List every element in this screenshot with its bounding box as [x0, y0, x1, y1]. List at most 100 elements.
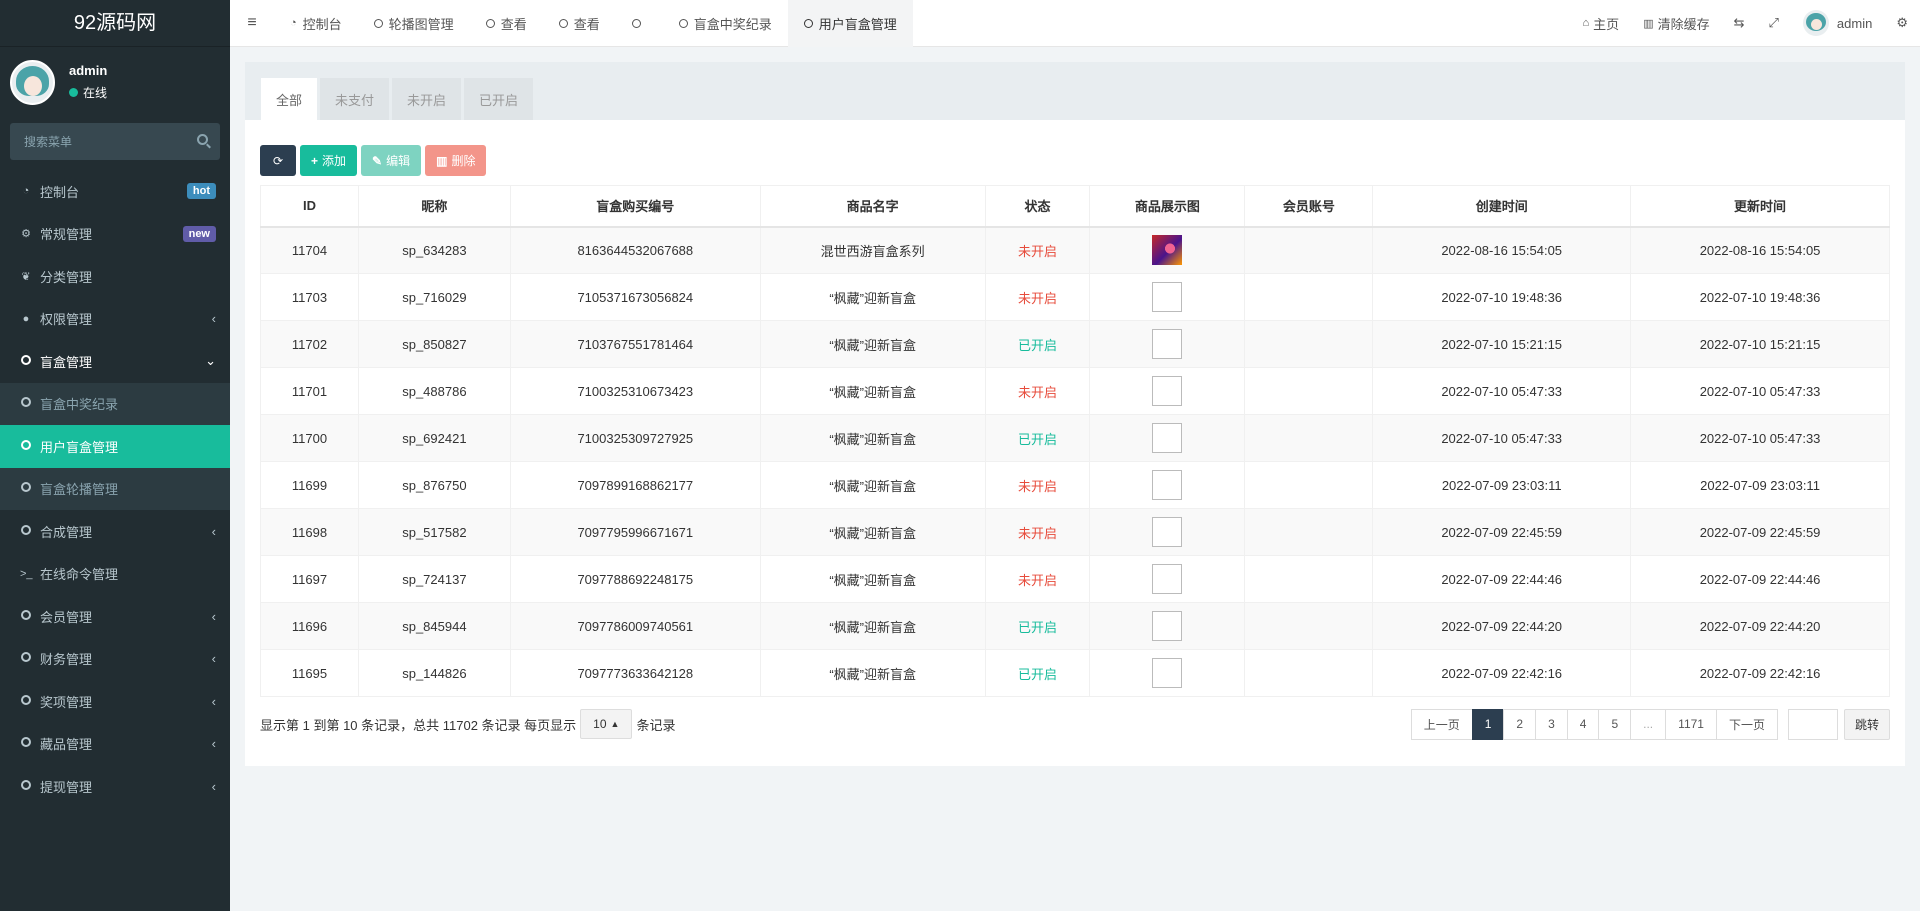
sidebar-item-prize[interactable]: 奖项管理 ‹	[0, 680, 230, 723]
tab-blindbox-winning[interactable]: 盲盒中奖纪录	[663, 0, 788, 47]
cell-member-account	[1244, 367, 1374, 415]
prev-page-button[interactable]: 上一页	[1410, 708, 1473, 740]
jump-page-input[interactable]	[1787, 708, 1838, 740]
product-image[interactable]	[1152, 235, 1183, 266]
circle-icon	[20, 354, 32, 368]
tab-opened[interactable]: 已开启	[464, 78, 534, 120]
page-button-2[interactable]: 2	[1503, 708, 1537, 740]
sidebar-item-command[interactable]: >_ 在线命令管理	[0, 553, 230, 596]
clear-cache-link[interactable]: ▥ 清除缓存	[1631, 0, 1721, 47]
sidebar-item-category[interactable]: ❦ 分类管理	[0, 255, 230, 298]
broken-image-icon[interactable]	[1152, 470, 1183, 500]
sidebar-item-blindbox[interactable]: 盲盒管理 ⌄	[0, 340, 230, 383]
cell-member-account	[1244, 555, 1374, 603]
delete-button[interactable]: ▥ 删除	[425, 145, 487, 176]
cell-product-name: “枫藏”迎新盲盒	[759, 414, 986, 462]
sidebar-item-blindbox-carousel[interactable]: 盲盒轮播管理	[0, 467, 230, 510]
jump-button[interactable]: 跳转	[1843, 708, 1890, 740]
circle-icon	[20, 524, 32, 538]
cell-id: 11697	[260, 555, 359, 603]
sidebar-item-auth[interactable]: ● 权限管理 ‹	[0, 298, 230, 341]
broken-image-icon[interactable]	[1152, 423, 1183, 453]
refresh-button[interactable]: ⟳	[260, 145, 296, 176]
pagination: 上一页 1 2 3 4 5 ... 1171 下一页 跳转	[1410, 708, 1890, 740]
group-icon: ●	[22, 312, 30, 325]
table-row[interactable]: 11697 sp_724137 7097788692248175 “枫藏”迎新盲盒 未开…	[260, 555, 1890, 603]
table-row[interactable]: 11701 sp_488786 7100325310673423 “枫藏”迎新盲盒 未开…	[260, 367, 1890, 415]
page-button-5[interactable]: 5	[1598, 708, 1632, 740]
sidebar-item-synthesis[interactable]: 合成管理 ‹	[0, 510, 230, 553]
page-button-last[interactable]: 1171	[1665, 708, 1717, 740]
fullscreen-button[interactable]: ⤢	[1757, 0, 1791, 47]
sidebar-item-general[interactable]: ⚙ 常规管理 new	[0, 213, 230, 256]
cell-created-at: 2022-07-10 19:48:36	[1372, 273, 1632, 321]
broken-image-icon[interactable]	[1152, 658, 1183, 688]
status-tabs: 全部 未支付 未开启 已开启	[245, 62, 1905, 120]
search-icon[interactable]	[197, 134, 208, 145]
table-row[interactable]: 11695 sp_144826 7097773633642128 “枫藏”迎新盲盒 已开…	[260, 649, 1890, 697]
col-header-order-no[interactable]: 盲盒购买编号	[509, 185, 761, 228]
tab-view-1[interactable]: 查看	[470, 0, 543, 47]
tab-untitled[interactable]	[616, 0, 663, 47]
col-header-product-image[interactable]: 商品展示图	[1089, 185, 1246, 228]
edit-button[interactable]: ✎ 编辑	[361, 145, 422, 176]
app-logo[interactable]: 92源码网	[0, 0, 230, 47]
chevron-left-icon: ‹	[211, 523, 216, 539]
table-row[interactable]: 11703 sp_716029 7105371673056824 “枫藏”迎新盲盒 未开…	[260, 273, 1890, 321]
sidebar-item-blindbox-winning[interactable]: 盲盒中奖纪录	[0, 382, 230, 425]
page-button-1[interactable]: 1	[1471, 708, 1505, 740]
sidebar-item-member[interactable]: 会员管理 ‹	[0, 595, 230, 638]
cell-updated-at: 2022-07-09 22:45:59	[1630, 508, 1890, 556]
sidebar-item-dashboard[interactable]: ◔ 控制台 hot	[0, 170, 230, 213]
broken-image-icon[interactable]	[1152, 282, 1183, 312]
col-header-updated-at[interactable]: 更新时间	[1630, 185, 1890, 228]
tab-all[interactable]: 全部	[261, 78, 318, 120]
refresh-icon: ⟳	[272, 153, 284, 168]
sidebar-item-finance[interactable]: 财务管理 ‹	[0, 638, 230, 681]
col-header-id[interactable]: ID	[260, 185, 359, 228]
page-button-4[interactable]: 4	[1566, 708, 1600, 740]
table-row[interactable]: 11700 sp_692421 7100325309727925 “枫藏”迎新盲盒 已开…	[260, 414, 1890, 462]
tab-carousel[interactable]: 轮播图管理	[358, 0, 470, 47]
col-header-product-name[interactable]: 商品名字	[759, 185, 986, 228]
sidebar-item-withdraw[interactable]: 提现管理 ‹	[0, 765, 230, 808]
tab-unopened[interactable]: 未开启	[392, 78, 462, 120]
table-row[interactable]: 11696 sp_845944 7097786009740561 “枫藏”迎新盲盒 已开…	[260, 602, 1890, 650]
table-row[interactable]: 11699 sp_876750 7097899168862177 “枫藏”迎新盲盒 未开…	[260, 461, 1890, 509]
add-button[interactable]: + 添加	[300, 145, 358, 176]
table-row[interactable]: 11698 sp_517582 7097795996671671 “枫藏”迎新盲盒 未开…	[260, 508, 1890, 556]
settings-button[interactable]: ⚙	[1884, 0, 1920, 47]
page-size-dropdown[interactable]: 10 ▲	[580, 709, 633, 739]
cell-nickname: sp_850827	[357, 320, 511, 368]
col-header-nickname[interactable]: 昵称	[357, 185, 511, 228]
tab-dashboard[interactable]: ◔ 控制台	[274, 0, 358, 47]
col-header-created-at[interactable]: 创建时间	[1372, 185, 1632, 228]
cell-product-name: “枫藏”迎新盲盒	[759, 649, 986, 697]
menu-toggle-icon[interactable]: ≡	[230, 0, 274, 47]
user-menu[interactable]: admin	[1791, 0, 1884, 47]
broken-image-icon[interactable]	[1152, 376, 1183, 406]
sidebar-item-collection[interactable]: 藏品管理 ‹	[0, 723, 230, 766]
sidebar-item-user-blindbox[interactable]: 用户盲盒管理	[0, 425, 230, 468]
home-link[interactable]: ⌂ 主页	[1571, 0, 1632, 47]
col-header-member-account[interactable]: 会员账号	[1244, 185, 1374, 228]
menu-search-input[interactable]	[10, 123, 220, 160]
cell-status: 已开启	[984, 320, 1091, 368]
tab-view-2[interactable]: 查看	[543, 0, 616, 47]
cell-nickname: sp_845944	[357, 602, 511, 650]
translate-icon: ⇆	[1733, 15, 1745, 30]
table-row[interactable]: 11704 sp_634283 8163644532067688 混世西游盲盒系列 未开…	[260, 226, 1890, 274]
table-row[interactable]: 11702 sp_850827 7103767551781464 “枫藏”迎新盲盒 已开…	[260, 320, 1890, 368]
broken-image-icon[interactable]	[1152, 564, 1183, 594]
page-button-3[interactable]: 3	[1535, 708, 1568, 740]
broken-image-icon[interactable]	[1152, 517, 1183, 547]
language-button[interactable]: ⇆	[1722, 0, 1757, 47]
broken-image-icon[interactable]	[1152, 611, 1183, 641]
tab-unpaid[interactable]: 未支付	[320, 78, 390, 120]
broken-image-icon[interactable]	[1152, 329, 1183, 359]
circle-icon	[20, 609, 32, 623]
next-page-button[interactable]: 下一页	[1715, 708, 1778, 740]
leaf-icon: ❦	[21, 270, 31, 283]
tab-user-blindbox[interactable]: 用户盲盒管理	[787, 0, 913, 47]
col-header-status[interactable]: 状态	[984, 185, 1091, 228]
